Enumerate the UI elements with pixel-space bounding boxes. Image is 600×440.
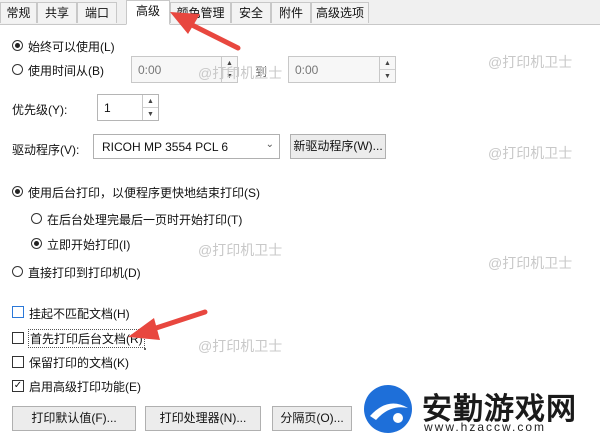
brand-logo-icon: [364, 385, 412, 433]
tab-label: 高级: [135, 4, 160, 18]
brand-logo: 安勤游戏网 www.hzaccw.com: [360, 382, 592, 436]
arrow-icon: [128, 309, 208, 340]
tab-advanced[interactable]: 高级: [126, 0, 170, 25]
annotation-arrows: [128, 12, 241, 350]
brand-url: www.hzaccw.com: [424, 420, 547, 434]
arrow-icon: [170, 12, 241, 51]
